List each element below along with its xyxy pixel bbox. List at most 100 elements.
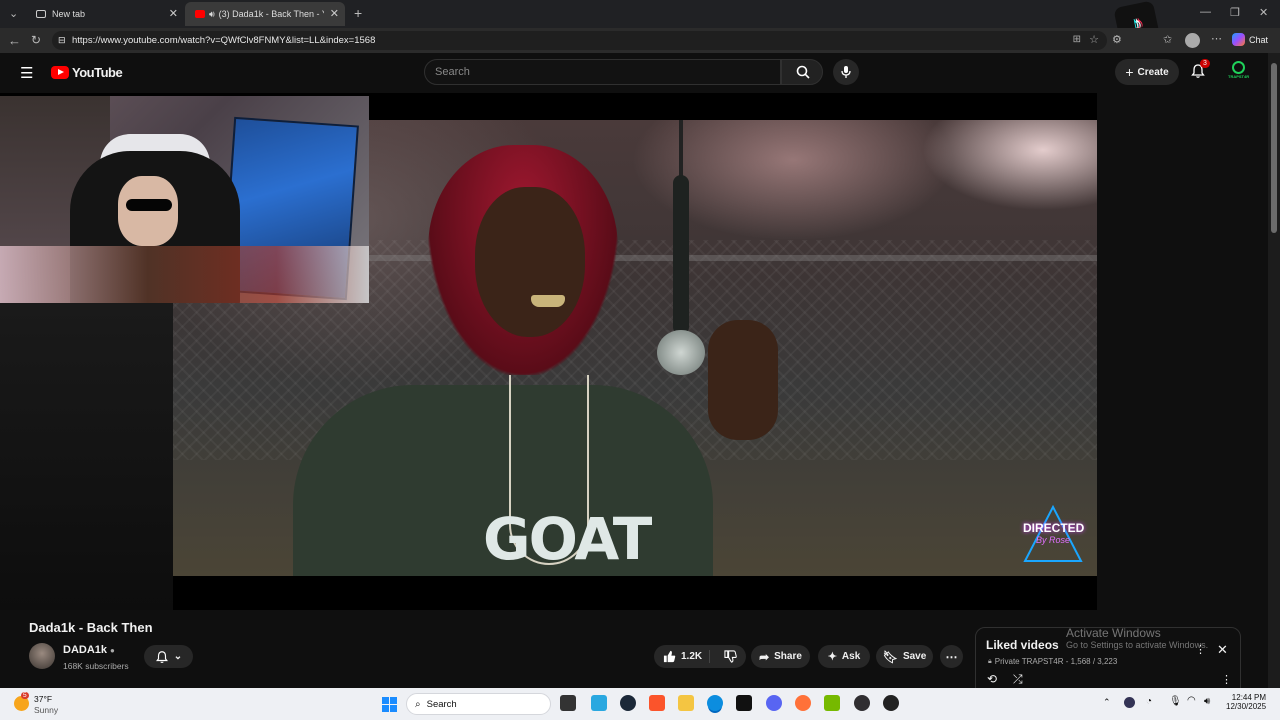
ask-button[interactable]: ✦ Ask (818, 645, 870, 668)
channel-avatar[interactable] (29, 643, 55, 669)
notification-badge: 3 (1200, 59, 1210, 68)
favorites-icon[interactable]: ✩ (1163, 33, 1172, 46)
share-button[interactable]: ➦ Share (751, 645, 810, 668)
playlist-more-icon[interactable]: ⋮ (1221, 673, 1232, 686)
refresh-icon[interactable]: ↻ (31, 33, 41, 47)
steam-icon[interactable] (620, 695, 636, 711)
microphone-icon (841, 66, 851, 78)
activation-line1: Activate Windows (1066, 626, 1161, 640)
volume-icon[interactable]: 🔊︎ (1204, 696, 1210, 707)
directed-by-watermark: DIRECTED By Rose (1023, 505, 1084, 563)
save-label: Save (902, 651, 927, 662)
tiktok-icon[interactable] (736, 695, 752, 711)
close-tab-icon[interactable]: ✕ (169, 7, 178, 20)
obs-icon[interactable] (854, 695, 870, 711)
show-hidden-icons-icon[interactable]: ⌃ (1103, 697, 1111, 708)
mic-cable (679, 120, 683, 180)
nvidia-icon[interactable] (824, 695, 840, 711)
activation-line2: Go to Settings to activate Windows. (1066, 640, 1209, 650)
like-button[interactable]: 1.2K (654, 650, 710, 663)
watermark-line2: By Rose (1035, 535, 1070, 545)
more-menu-icon[interactable]: ⋯ (1211, 32, 1222, 45)
scrollbar-thumb[interactable] (1271, 63, 1277, 233)
new-tab-favicon (36, 10, 46, 18)
site-info-icon[interactable]: ⊟ (58, 35, 66, 46)
verified-icon: ● (110, 645, 115, 655)
face (475, 187, 585, 337)
hamburger-menu-icon[interactable]: ☰ (20, 64, 33, 82)
discord-icon[interactable] (766, 695, 782, 711)
profile-avatar[interactable] (1185, 33, 1200, 48)
weather-desc: Sunny (34, 705, 59, 715)
hanging-microphone (657, 120, 705, 380)
sunglasses (126, 199, 172, 211)
webcam-overlay (0, 96, 369, 303)
dislike-button[interactable] (715, 650, 737, 663)
speaker-icon[interactable]: 🔊︎ (209, 9, 215, 20)
weather-temp: 37°F (34, 694, 53, 704)
shuffle-icon[interactable]: ⤮ (1013, 672, 1023, 687)
tab-youtube[interactable]: 🔊︎ (3) Dada1k - Back Then - You ✕ (185, 2, 345, 26)
page-scrollbar[interactable] (1268, 53, 1280, 688)
firefox-icon[interactable] (795, 695, 811, 711)
ask-label: Ask (841, 651, 861, 662)
notepad-icon[interactable] (591, 695, 607, 711)
weather-widget[interactable]: 5 37°F Sunny (12, 692, 82, 716)
share-icon: ➦ (759, 649, 770, 664)
chatgpt-icon[interactable] (883, 695, 899, 711)
shirt-print: GOAT (483, 505, 652, 573)
back-icon[interactable]: ← (8, 33, 21, 48)
search-input[interactable]: Search (424, 59, 781, 85)
address-bar[interactable]: ⊟ https://www.youtube.com/watch?v=QWfClv… (52, 31, 1107, 50)
bell-icon (155, 650, 168, 663)
file-explorer-icon[interactable] (678, 695, 694, 711)
app-available-icon[interactable]: ⊞ (1073, 34, 1081, 45)
avatar-text: TRAPST4R (1228, 74, 1250, 79)
taskbar-search-label: Search (426, 698, 457, 710)
channel-name[interactable]: DADA1k (63, 644, 107, 656)
taskbar-search[interactable]: ⌕ Search (406, 693, 551, 715)
tray-app-icon[interactable] (1124, 697, 1135, 708)
tab-new-tab[interactable]: New tab ✕ (26, 2, 184, 26)
share-label: Share (774, 651, 802, 662)
copilot-chat-button[interactable]: Chat (1232, 33, 1268, 46)
create-button[interactable]: + Create (1115, 59, 1179, 85)
thumbs-down-icon (724, 650, 737, 663)
sparkle-icon: ✦ (827, 651, 837, 663)
playlist-title[interactable]: Liked videos (986, 638, 1059, 652)
task-view-icon[interactable] (560, 695, 576, 711)
start-button[interactable] (382, 697, 397, 712)
notifications-button[interactable]: 3 (1190, 59, 1210, 83)
subscription-bell-button[interactable]: ⌄ (144, 645, 193, 668)
activate-windows-watermark: Activate Windows Go to Settings to activ… (1066, 626, 1208, 650)
close-tab-icon[interactable]: ✕ (330, 7, 339, 20)
brave-icon[interactable] (649, 695, 665, 711)
close-playlist-icon[interactable]: ✕ (1217, 642, 1228, 658)
voice-search-button[interactable] (833, 59, 859, 85)
edge-icon[interactable] (707, 695, 723, 711)
gold-teeth (531, 295, 565, 307)
youtube-logo[interactable]: YouTube (51, 65, 123, 80)
video-player[interactable]: GOAT DIRECTED By Rose (0, 93, 1097, 610)
more-actions-button[interactable]: ⋯ (940, 645, 963, 668)
plus-icon: + (1125, 64, 1134, 80)
search-button[interactable] (781, 59, 823, 85)
network-icon[interactable]: ◔ (1146, 696, 1152, 707)
close-window-icon[interactable]: ✕ (1259, 6, 1268, 19)
maximize-icon[interactable]: ❐ (1230, 6, 1240, 19)
minimize-icon[interactable]: — (1200, 6, 1211, 18)
clock[interactable]: 12:44 PM 12/30/2025 (1226, 693, 1266, 711)
rapper-figure: GOAT (293, 145, 713, 576)
desk-items (0, 246, 369, 303)
wifi-icon[interactable]: ◠ (1187, 695, 1196, 706)
streamer-face (118, 176, 178, 246)
microphone-tray-icon[interactable]: 🎙︎ (1169, 696, 1182, 707)
new-tab-plus-icon[interactable]: + (354, 5, 362, 21)
account-avatar[interactable]: TRAPST4R (1228, 61, 1250, 83)
tab-label: (3) Dada1k - Back Then - You (218, 9, 324, 19)
tab-list-icon[interactable]: ⌄ (9, 7, 18, 20)
extensions-icon[interactable]: ⚙ (1112, 33, 1122, 46)
loop-icon[interactable]: ⟲ (987, 672, 997, 686)
save-button[interactable]: 🔖︎ Save (876, 645, 933, 668)
favorite-star-icon[interactable]: ☆ (1089, 33, 1099, 46)
